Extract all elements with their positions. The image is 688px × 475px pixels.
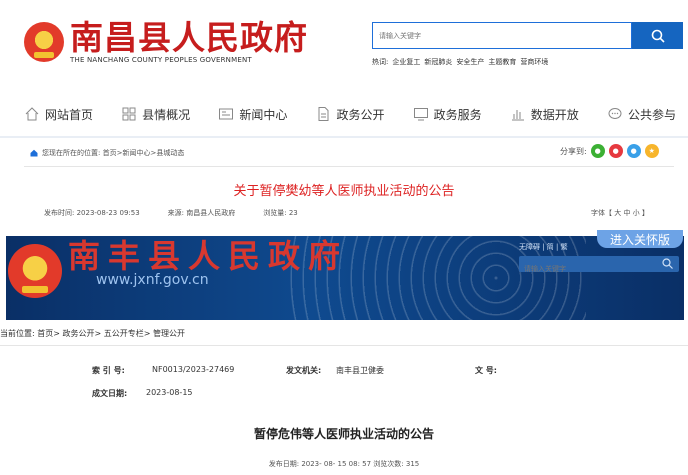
issuer-value: 南丰县卫健委 [336,366,384,375]
chat-icon [608,108,622,119]
site-domain: www.jxnf.gov.cn [96,272,209,288]
monitor-icon [413,108,428,121]
nav-label: 网站首页 [45,107,94,122]
date-label: 成文日期: [92,389,128,398]
hot-word-link[interactable]: 营商环境 [520,57,548,67]
search-input[interactable] [519,261,669,277]
article-meta: 发布时间: 2023-08-23 09:53 来源: 南昌县人民政府 浏览量: … [44,208,298,218]
qzone-icon[interactable]: ★ [644,144,659,158]
breadcrumb: 您现在所在的位置: 首页>新闻中心>县城动态 [30,148,184,158]
nav-label: 政务公开 [336,107,385,122]
share-label: 分享到: [560,146,587,156]
news-icon [219,108,234,120]
divider [0,345,688,346]
hot-word-link[interactable]: 企业复工 [392,57,420,67]
nav-item-overview[interactable]: 县情概况 [121,106,190,123]
search-icon[interactable] [662,258,673,269]
nav-label: 数据开放 [530,107,579,122]
site-title[interactable]: 南昌县人民政府 [70,20,308,56]
care-mode-button[interactable]: 进入关怀版 [597,230,683,248]
search-box [372,22,632,49]
index-label: 索 引 号: [92,366,125,375]
nav-label: 政务服务 [433,107,482,122]
divider [24,166,674,167]
nav-item-gov-services[interactable]: 政务服务 [413,106,482,123]
house-icon [30,149,38,157]
article-source: 来源: 南昌县人民政府 [167,209,236,217]
nav-item-gov-affairs[interactable]: 政务公开 [315,106,384,123]
index-value: NF0013/2023-27469 [152,365,235,374]
weibo-icon[interactable]: ● [608,144,623,158]
share-bar: 分享到: ● ● ● ★ [560,144,659,158]
house-icon [25,107,39,121]
hot-words-label: 热词: [372,58,389,66]
nav-label: 新闻中心 [239,107,288,122]
document-icon [318,107,329,121]
search-input[interactable] [373,23,625,49]
search-button[interactable] [632,22,683,49]
article-title: 暂停危伟等人医师执业活动的公告 [253,427,434,441]
search-box [519,256,679,277]
hot-word-link[interactable]: 安全生产 [456,57,484,67]
nav-item-home[interactable]: 网站首页 [24,106,93,123]
national-emblem-icon [24,22,64,62]
bar-chart-icon [511,110,524,121]
view-count: 浏览量: 23 [263,209,298,217]
breadcrumb-text[interactable]: 您现在所在的位置: 首页>新闻中心>县城动态 [42,148,184,158]
wechat-icon[interactable]: ● [590,144,605,158]
grid-icon [122,107,136,121]
doc-number-label: 文 号: [475,366,497,375]
nav-item-participation[interactable]: 公共参与 [607,106,676,123]
national-emblem-icon [8,244,62,298]
publish-time: 发布时间: 2023-08-23 09:53 [44,209,140,217]
issuer-label: 发文机关: [286,366,322,375]
search-icon [651,29,665,43]
nav-item-news[interactable]: 新闻中心 [218,106,287,123]
nav-label: 公共参与 [627,107,676,122]
article-meta: 发布日期: 2023- 08- 15 08: 57 浏览次数: 315 [268,460,420,468]
hot-words: 热词: 企业复工 新冠肺炎 安全生产 主题教育 营商环境 [372,57,548,67]
main-nav: 网站首页 县情概况 新闻中心 政务公开 政务服务 数据开放 公共参与 [24,100,676,128]
nav-divider [0,136,688,138]
hot-word-link[interactable]: 新冠肺炎 [424,57,452,67]
nav-label: 县情概况 [142,107,191,122]
font-size-control[interactable]: 字体【 大 中 小 】 [591,208,649,218]
nav-item-open-data[interactable]: 数据开放 [510,106,579,123]
article-title: 关于暂停樊幼等人医师执业活动的公告 [233,184,455,199]
qq-icon[interactable]: ● [626,144,641,158]
site-title[interactable]: 南丰县人民政府 [68,236,348,276]
accessibility-links[interactable]: 无障碍 | 简 | 繁 [519,242,568,252]
site-subtitle: THE NANCHANG COUNTY PEOPLES GOVERNMENT [70,56,252,64]
breadcrumb[interactable]: 当前位置: 首页> 政务公开> 五公开专栏> 管理公开 [0,328,185,339]
date-value: 2023-08-15 [146,388,193,397]
hot-word-link[interactable]: 主题教育 [488,57,516,67]
